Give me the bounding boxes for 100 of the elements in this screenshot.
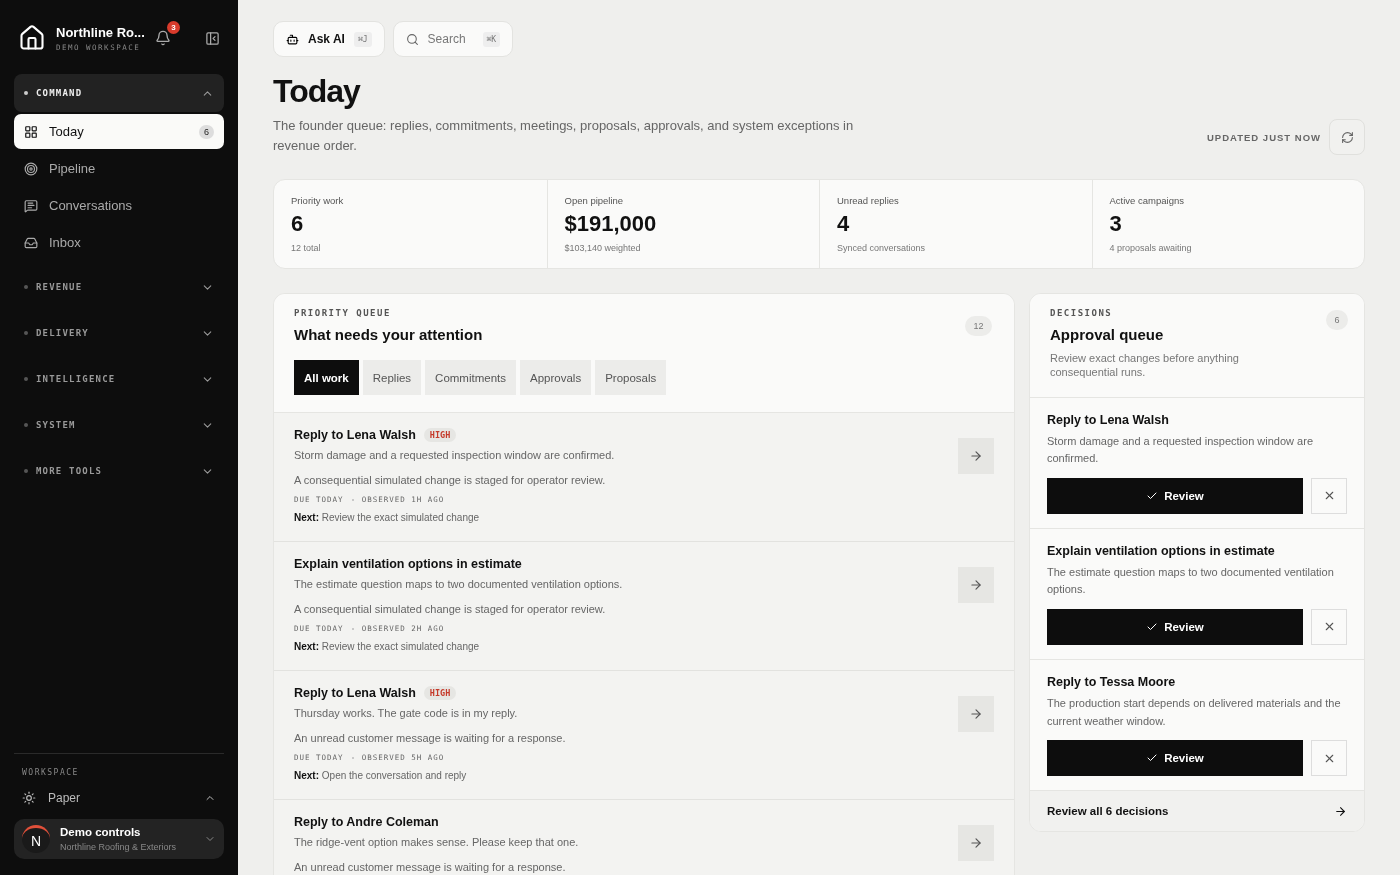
item-summary: Thursday works. The gate code is in my reply. bbox=[294, 707, 519, 719]
open-item-button[interactable] bbox=[958, 825, 994, 861]
robot-icon bbox=[286, 32, 299, 46]
review-button[interactable]: Review bbox=[1047, 608, 1303, 645]
arrow-right-icon bbox=[969, 578, 983, 592]
search-field[interactable]: Search ⌘K bbox=[392, 21, 514, 57]
nav-item[interactable]: Today 6 bbox=[14, 114, 224, 149]
item-summary: The estimate question maps to two documented ventilation options. bbox=[294, 578, 624, 590]
stat-value: 4 bbox=[837, 211, 851, 237]
item-title: Reply to Lena Walsh bbox=[294, 428, 416, 442]
filter-tab[interactable]: All work bbox=[294, 360, 359, 395]
open-item-button[interactable] bbox=[958, 696, 994, 732]
item-title: Reply to Andre Coleman bbox=[294, 815, 439, 829]
stat-label: Priority work bbox=[291, 195, 345, 206]
open-item-button[interactable] bbox=[958, 438, 994, 474]
nav-section-header[interactable]: SYSTEM bbox=[14, 406, 224, 444]
review-all-label: Review all 6 decisions bbox=[1047, 805, 1169, 818]
panel-eyebrow: PRIORITY QUEUE bbox=[294, 308, 392, 318]
next-step: Next: Review the exact simulated change bbox=[294, 641, 946, 652]
dismiss-button[interactable] bbox=[1311, 477, 1347, 514]
item-title: Reply to Lena Walsh bbox=[294, 686, 416, 700]
item-count: 6 bbox=[199, 124, 214, 139]
filter-tab[interactable]: Approvals bbox=[520, 360, 592, 395]
section-label: WORKSPACE bbox=[21, 768, 80, 777]
stat-note: 4 proposals awaiting bbox=[1109, 243, 1193, 253]
message-icon bbox=[24, 198, 38, 213]
stat-label: Active campaigns bbox=[1109, 195, 1185, 206]
shortcut-hint: ⌘K bbox=[482, 31, 501, 47]
decision-summary: Storm damage and a requested inspection window are confirmed. bbox=[1047, 433, 1314, 467]
stat-label: Unread replies bbox=[837, 195, 900, 206]
sun-icon bbox=[22, 791, 36, 805]
dismiss-button[interactable] bbox=[1311, 608, 1347, 645]
nav-section-header[interactable]: COMMAND bbox=[14, 74, 224, 112]
review-label: Review bbox=[1164, 620, 1204, 633]
nav-item[interactable]: Pipeline bbox=[14, 151, 224, 186]
priority-tag: HIGH bbox=[423, 428, 457, 442]
panel-description: Review exact changes before anything consequential runs. bbox=[1050, 351, 1240, 380]
stat-label: Open pipeline bbox=[564, 195, 625, 206]
arrow-right-icon bbox=[969, 707, 983, 721]
stat-value: 3 bbox=[1109, 211, 1123, 237]
decision-summary: The estimate question maps to two documented ventilation options. bbox=[1047, 564, 1335, 598]
refresh-icon bbox=[1340, 130, 1354, 144]
decision-title: Reply to Lena Walsh bbox=[1047, 412, 1170, 427]
decision-summary: The production start depends on delivered materials and the current weather window. bbox=[1047, 695, 1342, 729]
panel-eyebrow: DECISIONS bbox=[1050, 308, 1114, 318]
filter-tab[interactable]: Proposals bbox=[595, 360, 667, 395]
account-organization: Northline Roofing & Exteriors bbox=[60, 842, 178, 852]
item-summary: The ridge-vent option makes sense. Please keep that one. bbox=[294, 836, 580, 848]
item-detail: An unread customer message is waiting for a response. bbox=[294, 732, 567, 744]
shortcut-hint: ⌘J bbox=[353, 31, 372, 47]
item-detail: An unread customer message is waiting for a response. bbox=[294, 861, 567, 873]
account-switcher[interactable]: N Demo controls Northline Roofing & Exteriors bbox=[14, 819, 224, 859]
stat-value: $191,000 bbox=[564, 211, 658, 237]
review-label: Review bbox=[1164, 489, 1204, 502]
search-icon bbox=[405, 32, 419, 46]
filter-tab[interactable]: Commitments bbox=[425, 360, 517, 395]
decision-title: Explain ventilation options in estimate bbox=[1047, 543, 1276, 558]
target-icon bbox=[24, 161, 38, 176]
panel-title: Approval queue bbox=[1050, 326, 1165, 343]
page-title: Today bbox=[273, 73, 362, 110]
decision-title: Reply to Tessa Moore bbox=[1047, 674, 1177, 689]
next-step: Next: Open the conversation and reply bbox=[294, 770, 946, 781]
notifications-icon[interactable] bbox=[155, 30, 171, 46]
grid-icon bbox=[24, 124, 38, 139]
inbox-icon bbox=[24, 235, 38, 250]
arrow-right-icon bbox=[969, 836, 983, 850]
item-title: Explain ventilation options in estimate bbox=[294, 557, 522, 571]
avatar: N bbox=[22, 825, 50, 853]
next-step: Next: Review the exact simulated change bbox=[294, 512, 946, 523]
workspace-name: Northline Ro... bbox=[56, 24, 145, 40]
dismiss-button[interactable] bbox=[1311, 740, 1347, 777]
priority-tag: HIGH bbox=[423, 686, 457, 700]
open-item-button[interactable] bbox=[958, 567, 994, 603]
ask-ai-button[interactable]: Ask AI ⌘J bbox=[273, 21, 385, 57]
updated-status: UPDATED JUST NOW bbox=[1207, 131, 1321, 143]
review-button[interactable]: Review bbox=[1047, 740, 1303, 777]
nav-item[interactable]: Conversations bbox=[14, 188, 224, 223]
review-all-link[interactable]: Review all 6 decisions bbox=[1030, 791, 1364, 832]
collapse-sidebar-icon[interactable] bbox=[205, 30, 220, 46]
stat-note: 12 total bbox=[291, 243, 322, 253]
page-description: The founder queue: replies, commitments, meetings, proposals, approvals, and system exceptions in revenue order. bbox=[273, 117, 855, 155]
queue-item[interactable]: Reply to Andre Coleman The ridge-vent option makes sense. Please keep that one. An unread customer message is waiting for a response. bbox=[274, 800, 1014, 875]
nav-section-header[interactable]: DELIVERY bbox=[14, 314, 224, 352]
filter-tab[interactable]: Replies bbox=[362, 360, 422, 395]
review-button[interactable]: Review bbox=[1047, 477, 1303, 514]
panel-count: 12 bbox=[965, 316, 992, 336]
account-name: Demo controls bbox=[60, 826, 142, 838]
nav-section-header[interactable]: MORE TOOLS bbox=[14, 452, 224, 490]
arrow-right-icon bbox=[969, 449, 983, 463]
item-detail: A consequential simulated change is staged for operator review. bbox=[294, 603, 607, 615]
nav-section-header[interactable]: INTELLIGENCE bbox=[14, 360, 224, 398]
refresh-button[interactable] bbox=[1329, 119, 1365, 155]
item-detail: A consequential simulated change is staged for operator review. bbox=[294, 474, 607, 486]
nav-section-header[interactable]: REVENUE bbox=[14, 268, 224, 306]
house-icon bbox=[18, 24, 46, 52]
stat-value: 6 bbox=[291, 211, 305, 237]
stat-note: Synced conversations bbox=[837, 243, 927, 253]
theme-selector[interactable]: Paper bbox=[14, 781, 224, 815]
nav-item[interactable]: Inbox bbox=[14, 225, 224, 260]
notification-count: 3 bbox=[167, 21, 180, 34]
